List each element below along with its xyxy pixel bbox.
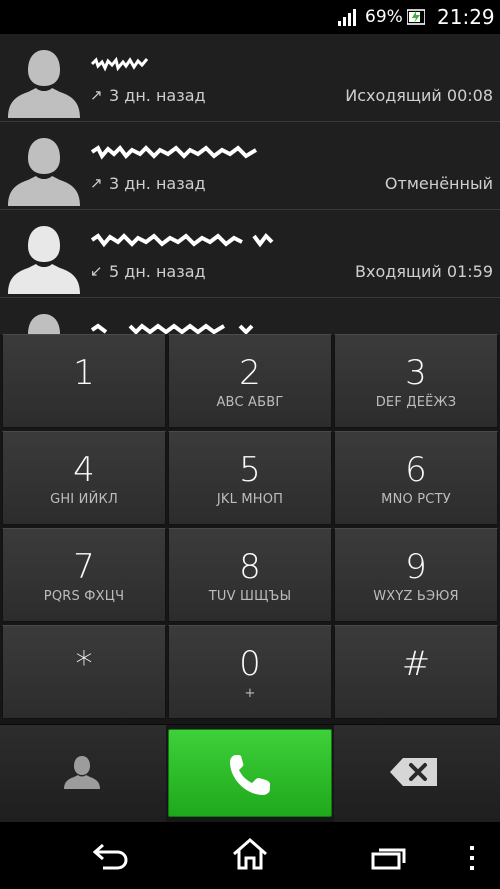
dialpad-key-1[interactable]: 1 [2, 334, 166, 428]
call-log-list[interactable]: ↗ 3 дн. назад Исходящий 00:08 ↗ 3 дн. на… [0, 34, 500, 334]
call-log-item[interactable] [0, 298, 500, 334]
call-log-item[interactable]: ↙ 5 дн. назад Входящий 01:59 [0, 210, 500, 298]
dialpad-key-6[interactable]: 6 MNO РСТУ [334, 431, 498, 525]
contact-avatar-icon [8, 50, 80, 118]
key-letters: PQRS ФХЦЧ [43, 589, 125, 604]
backspace-button[interactable] [334, 725, 500, 823]
dialpad-key-5[interactable]: 5 JKL МНОП [168, 431, 332, 525]
call-log-item[interactable]: ↗ 3 дн. назад Исходящий 00:08 [0, 34, 500, 122]
dialpad-key-hash[interactable]: # [334, 625, 498, 719]
key-letters: JKL МНОП [216, 492, 284, 507]
home-icon[interactable] [232, 838, 268, 870]
contact-avatar-icon [28, 314, 60, 334]
contact-name-obscured [90, 323, 254, 334]
contact-name-obscured [90, 144, 258, 160]
call-time-ago: 3 дн. назад [109, 174, 206, 193]
incoming-call-arrow-icon: ↙ [90, 262, 103, 280]
key-digit: 7 [73, 547, 95, 587]
overflow-menu-icon[interactable] [468, 844, 476, 872]
dialpad-key-2[interactable]: 2 ABC АБВГ [168, 334, 332, 428]
dialpad-key-7[interactable]: 7 PQRS ФХЦЧ [2, 528, 166, 622]
contact-avatar-icon [8, 138, 80, 206]
system-navigation-bar [0, 822, 500, 889]
backspace-icon [390, 758, 437, 786]
call-time-ago: 3 дн. назад [109, 86, 206, 105]
call-status: Входящий 01:59 [355, 262, 493, 281]
back-icon[interactable] [93, 844, 129, 870]
call-button[interactable] [168, 729, 332, 817]
key-letters: GHI ИЙКЛ [50, 492, 118, 507]
dialpad-key-8[interactable]: 8 TUV ШЩЪЫ [168, 528, 332, 622]
contact-person-icon [64, 756, 100, 789]
key-digit: 6 [405, 450, 427, 490]
dialpad-key-3[interactable]: 3 DEF ДЕЁЖЗ [334, 334, 498, 428]
key-letters: + [244, 686, 256, 701]
status-bar: 69% 21:29 [0, 0, 500, 34]
call-log-item[interactable]: ↗ 3 дн. назад Отменённый [0, 122, 500, 210]
key-letters: ABC АБВГ [216, 395, 284, 410]
key-digit: # [401, 644, 431, 684]
key-letters: TUV ШЩЪЫ [208, 589, 292, 604]
call-time-ago: 5 дн. назад [109, 262, 206, 281]
recent-apps-icon[interactable] [371, 846, 407, 870]
key-digit: 2 [239, 353, 261, 393]
contact-avatar-icon [8, 226, 80, 294]
dialpad-key-9[interactable]: 9 WXYZ ЬЭЮЯ [334, 528, 498, 622]
key-digit: * [75, 644, 93, 684]
phone-handset-icon [230, 755, 270, 795]
key-digit: 8 [239, 547, 261, 587]
dialer-action-bar [0, 724, 500, 823]
contact-name-obscured [90, 232, 274, 248]
signal-icon [338, 9, 356, 26]
key-digit: 1 [73, 353, 95, 393]
dialpad-key-4[interactable]: 4 GHI ИЙКЛ [2, 431, 166, 525]
key-letters: WXYZ ЬЭЮЯ [373, 589, 459, 604]
battery-percent: 69% [365, 7, 403, 27]
key-letters: DEF ДЕЁЖЗ [375, 395, 457, 410]
key-digit: 0 [239, 644, 261, 684]
clock: 21:29 [437, 5, 495, 29]
call-status: Отменённый [384, 174, 493, 193]
key-digit: 3 [405, 353, 427, 393]
dialpad-key-0[interactable]: 0 + [168, 625, 332, 719]
contacts-button[interactable] [0, 725, 166, 823]
dialpad-key-star[interactable]: * [2, 625, 166, 719]
dialpad: 1 2 ABC АБВГ 3 DEF ДЕЁЖЗ 4 GHI ИЙКЛ 5 JK… [0, 334, 500, 724]
key-letters: MNO РСТУ [381, 492, 451, 507]
battery-charging-icon [407, 9, 425, 25]
outgoing-call-arrow-icon: ↗ [90, 86, 103, 104]
key-digit: 9 [405, 547, 427, 587]
call-status: Исходящий 00:08 [345, 86, 493, 105]
contact-name-obscured [90, 56, 149, 72]
key-digit: 4 [73, 450, 95, 490]
key-digit: 5 [239, 450, 261, 490]
outgoing-call-arrow-icon: ↗ [90, 174, 103, 192]
